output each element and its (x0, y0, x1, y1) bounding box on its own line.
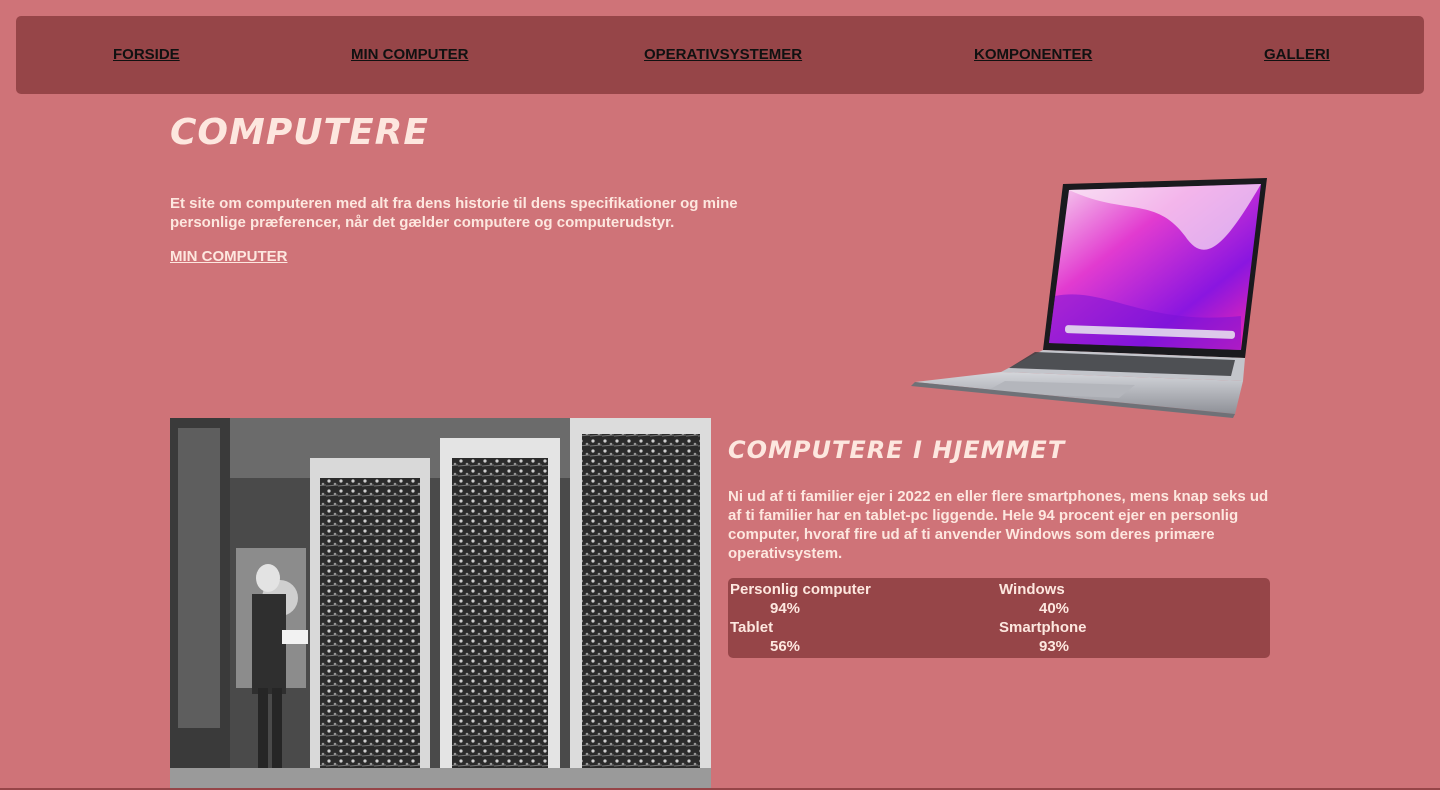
nav-item-komponenter[interactable]: KOMPONENTER (974, 46, 1092, 63)
hero-description: Et site om computeren med alt fra dens h… (170, 195, 738, 231)
historic-computer-photo (170, 418, 711, 790)
min-computer-link[interactable]: MIN COMPUTER (170, 248, 288, 265)
section-description: Ni ud af ti familier ejer i 2022 en elle… (728, 488, 1269, 562)
stat-windows: Windows 40% (999, 580, 1109, 618)
page-title: COMPUTERE (170, 112, 429, 153)
stat-personlig-computer: Personlig computer 94% (730, 580, 871, 618)
stat-value: 56% (769, 638, 801, 655)
stat-label: Windows (999, 581, 1065, 598)
section-title: COMPUTERE I HJEMMET (728, 436, 1066, 464)
stats-box: Personlig computer 94% Windows 40% Table… (728, 578, 1270, 658)
nav-item-forside[interactable]: FORSIDE (113, 46, 180, 63)
stat-label: Tablet (730, 619, 774, 636)
stat-label: Smartphone (999, 619, 1087, 636)
stat-label: Personlig computer (730, 581, 871, 598)
main-nav: FORSIDE MIN COMPUTER OPERATIVSYSTEMER KO… (16, 16, 1424, 94)
stat-smartphone: Smartphone 93% (999, 618, 1109, 656)
laptop-image (911, 178, 1267, 418)
stat-value: 40% (1038, 600, 1070, 617)
stat-tablet: Tablet 56% (730, 618, 840, 656)
vintage-computer-image (170, 418, 711, 790)
nav-item-operativsystemer[interactable]: OPERATIVSYSTEMER (644, 46, 802, 63)
stat-value: 93% (1038, 638, 1070, 655)
nav-item-min-computer[interactable]: MIN COMPUTER (351, 46, 469, 63)
nav-item-galleri[interactable]: GALLERI (1264, 46, 1330, 63)
stat-value: 94% (769, 600, 801, 617)
